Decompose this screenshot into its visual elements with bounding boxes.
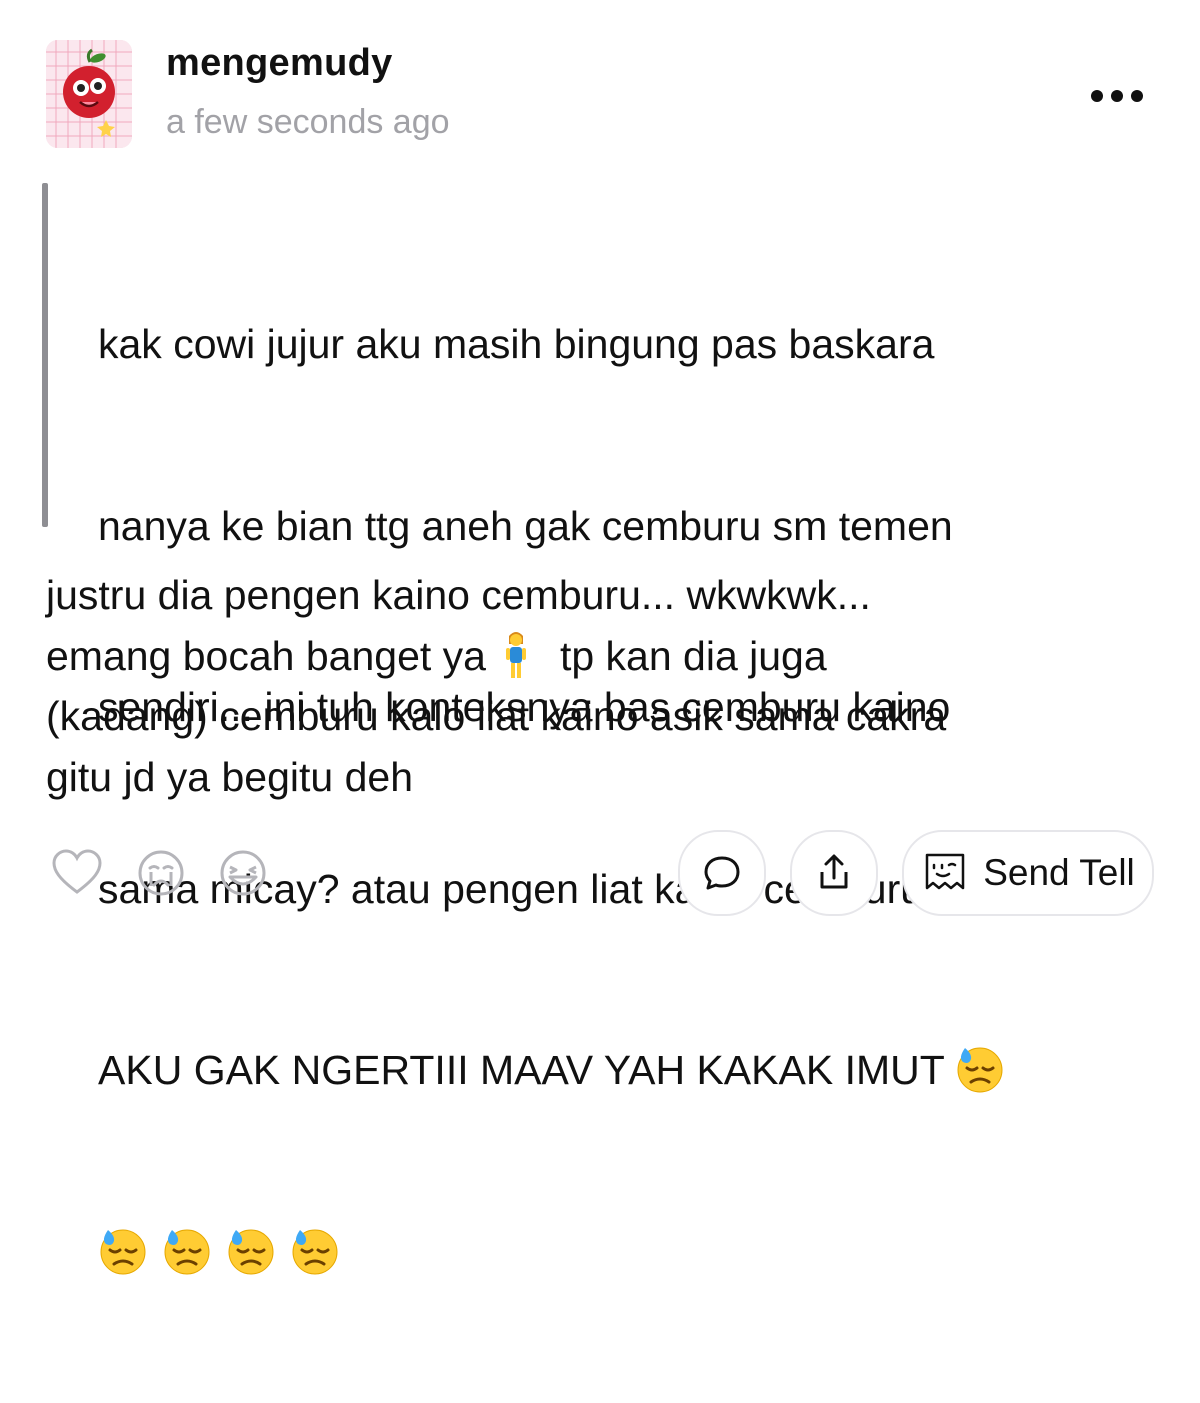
send-tell-label: Send Tell (983, 852, 1135, 893)
laughing-face-icon[interactable] (216, 846, 270, 900)
more-dot-icon (1091, 90, 1103, 102)
crying-face-icon[interactable] (134, 846, 188, 900)
question-line: kak cowi jujur aku masih bingung pas bas… (98, 321, 935, 367)
question-line-with-emoji: AKU GAK NGERTIII MAAV YAH KAKAK IMUT (98, 1040, 1138, 1101)
heart-icon[interactable] (50, 846, 104, 900)
action-bar: Send Tell (0, 830, 1200, 921)
answer-line: emang bocah banget ya (46, 632, 486, 679)
share-button[interactable] (790, 830, 878, 916)
downcast-face-with-sweat-icon (98, 1226, 148, 1276)
answer-line: gitu jd ya begitu deh (46, 753, 413, 800)
question-block: kak cowi jujur aku masih bingung pas bas… (42, 183, 1142, 527)
speech-bubble-icon (704, 856, 740, 890)
answer-line: justru dia pengen kaino cemburu... wkwkw… (46, 572, 871, 618)
question-line: AKU GAK NGERTIII MAAV YAH KAKAK IMUT (98, 1047, 945, 1093)
post-timestamp: a few seconds ago (166, 103, 450, 141)
downcast-face-with-sweat-icon (955, 1044, 1005, 1094)
more-dot-icon (1131, 90, 1143, 102)
answer-line: (kadang) cemburu kalo liat kaino asik sa… (46, 693, 947, 739)
send-tell-button[interactable]: Send Tell (902, 830, 1154, 916)
more-dot-icon (1111, 90, 1123, 102)
quote-bar (42, 183, 48, 527)
share-icon (820, 854, 848, 889)
answer-line-with-emoji: emang bocah banget ya tp kan dia juga (46, 626, 1146, 687)
question-line: nanya ke bian ttg aneh gak cemburu sm te… (98, 502, 953, 549)
answer-text: justru dia pengen kaino cemburu... wkwkw… (46, 565, 1146, 807)
user-avatar[interactable] (46, 40, 132, 148)
downcast-face-with-sweat-icon (290, 1226, 340, 1276)
downcast-face-with-sweat-icon (162, 1226, 212, 1276)
emoji-row (98, 1222, 1138, 1283)
username[interactable]: mengemudy (166, 42, 393, 85)
answer-line: tp kan dia juga (559, 632, 827, 679)
tell-bag-icon (925, 853, 965, 890)
more-options-button[interactable] (1080, 80, 1154, 112)
standing-woman-icon (505, 631, 526, 678)
comment-button[interactable] (678, 830, 766, 916)
downcast-face-with-sweat-icon (226, 1226, 276, 1276)
